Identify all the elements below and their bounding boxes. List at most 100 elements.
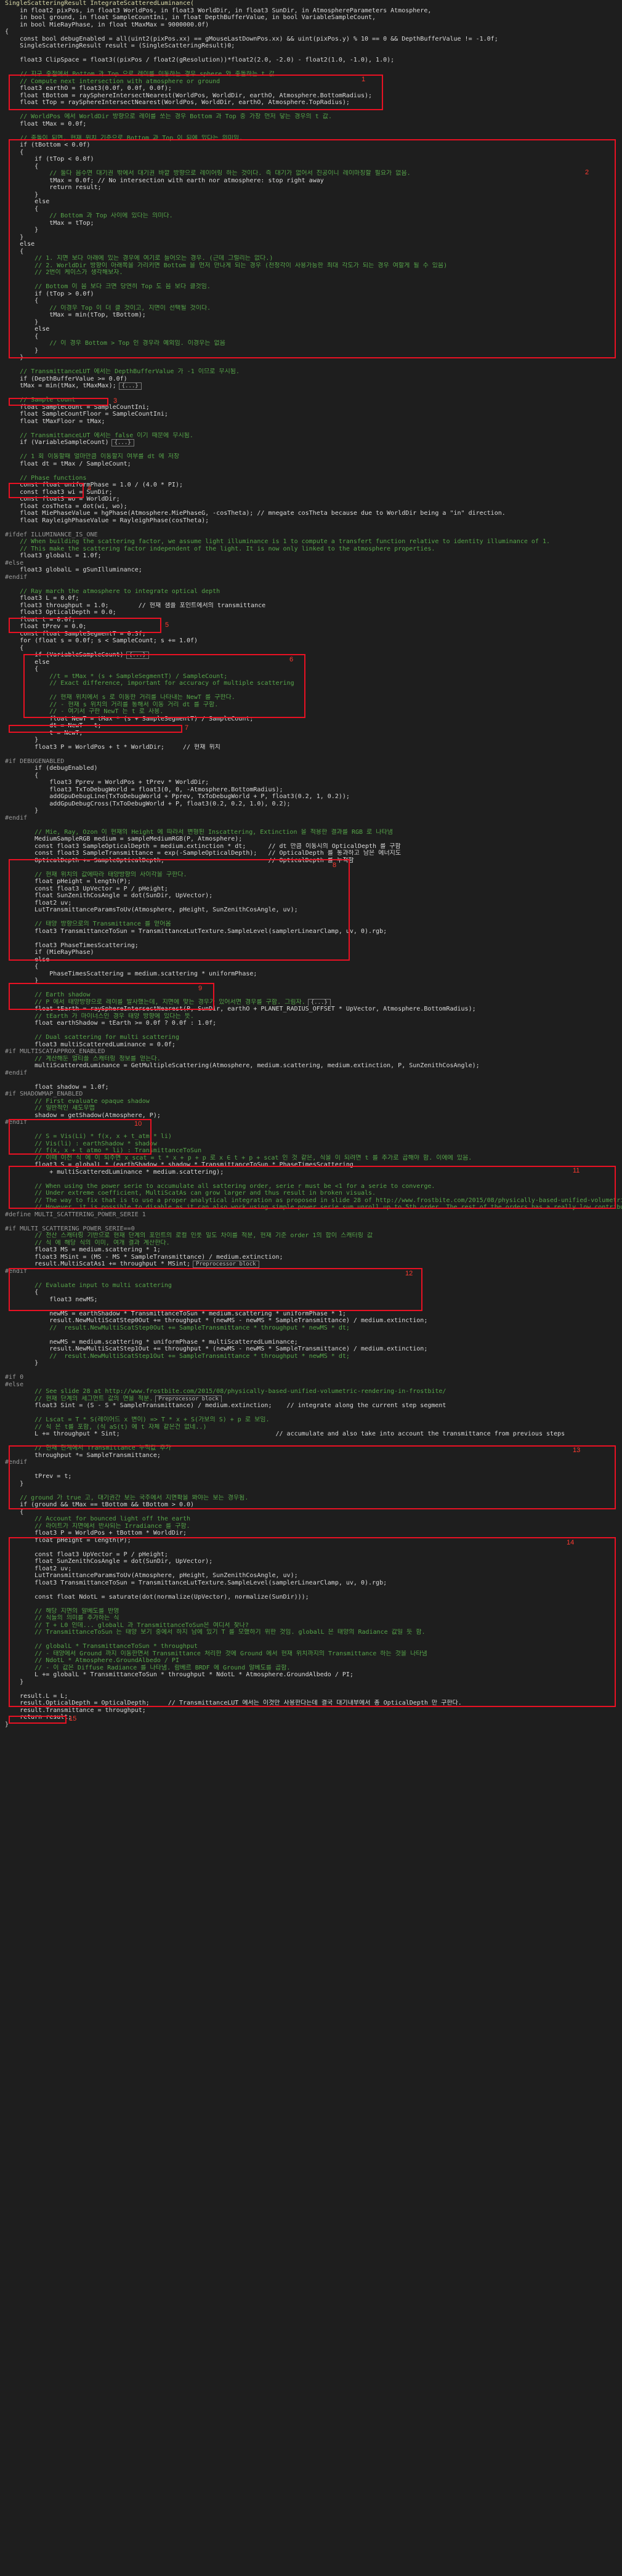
code-line[interactable]: // See slide 28 at http://www.frostbite.… (0, 1388, 622, 1395)
code-line[interactable]: shadow = getShadow(Atmosphere, P); (0, 1112, 622, 1120)
code-line[interactable]: // When using the power serie to accumul… (0, 1183, 622, 1190)
code-line[interactable]: { (0, 1509, 622, 1516)
code-line[interactable]: // 해당 지면의 알베도를 반영 (0, 1608, 622, 1615)
code-line[interactable]: float3 Sint = (S - S * SampleTransmittan… (0, 1402, 622, 1410)
code-line[interactable]: } (0, 192, 622, 199)
code-line[interactable] (0, 985, 622, 992)
code-line[interactable]: } (0, 807, 622, 815)
code-line[interactable]: // The way to fix that is to use a prope… (0, 1197, 622, 1205)
code-line[interactable]: // 이경우 Top 이 더 클 것이고, 지면이 선택될 것이다. (0, 305, 622, 312)
code-line[interactable]: // - 태양에서 Ground 까지 이동한면서 Transmittance … (0, 1650, 622, 1658)
code-line[interactable]: // Phase functions (0, 475, 622, 482)
code-line[interactable]: // 계산해둔 멀티플 스캐터링 정보를 얻는다. (0, 1056, 622, 1063)
code-line[interactable] (0, 1636, 622, 1644)
code-line[interactable] (0, 935, 622, 942)
collapsed-region-badge[interactable]: Preprocessor block (155, 1395, 222, 1402)
code-line[interactable]: float3 L = 0.0f; (0, 595, 622, 602)
code-line[interactable]: { (0, 248, 622, 256)
code-line[interactable]: addGpuDebugCross(TxToDebugWorld + P, flo… (0, 801, 622, 808)
code-line[interactable]: { (0, 333, 622, 341)
code-line[interactable]: SingleScatteringResult result = (SingleS… (0, 42, 622, 50)
code-line[interactable]: #if SHADOWMAP_ENABLED (0, 1091, 622, 1098)
code-line[interactable] (0, 914, 622, 921)
code-line[interactable]: result.OpticalDepth = OpticalDepth; // T… (0, 1700, 622, 1707)
code-line[interactable]: // Lscat = T * S(레이어드 x 변이) => T * x + S… (0, 1416, 622, 1424)
code-line[interactable] (0, 1367, 622, 1375)
code-line[interactable]: // Bottom 이 음 보다 크면 당연히 Top 도 음 보다 클것임. (0, 283, 622, 291)
code-line[interactable]: return result; (0, 184, 622, 192)
code-line[interactable]: for (float s = 0.0f; s < SampleCount; s … (0, 637, 622, 645)
code-line[interactable]: { (0, 963, 622, 971)
code-line[interactable]: // WorldPos 에서 WorldDir 방향으로 레이를 쏘는 경우 B… (0, 113, 622, 121)
code-line[interactable]: } (0, 1360, 622, 1367)
code-line[interactable]: } (0, 977, 622, 985)
code-line[interactable]: float3 multiScatteredLuminance = 0.0f; (0, 1041, 622, 1049)
code-line[interactable]: // Exact difference, important for accur… (0, 680, 622, 687)
code-line[interactable] (0, 1586, 622, 1594)
code-line[interactable] (0, 1027, 622, 1035)
code-line[interactable]: else (0, 659, 622, 666)
code-line[interactable]: if (DepthBufferValue >= 0.0f) (0, 376, 622, 383)
code-line[interactable]: float NewT = tMax * (s + SampleSegmentT)… (0, 716, 622, 723)
code-line[interactable]: // TransmittanceToSun 는 태양 보기 중에서 하지 남에 … (0, 1629, 622, 1636)
code-line[interactable]: SingleScatteringResult IntegrateScattere… (0, 0, 622, 7)
code-line[interactable]: float tBottom = raySphereIntersectNeares… (0, 92, 622, 100)
code-line[interactable] (0, 425, 622, 432)
code-line[interactable]: } (0, 354, 622, 361)
code-line[interactable]: tMax = min(tTop, tBottom); (0, 312, 622, 319)
code-line[interactable]: float pHeight = length(P); (0, 878, 622, 886)
code-line[interactable]: float tPrev = 0.0; (0, 623, 622, 631)
code-line[interactable]: // P 에서 태양방향으로 레이를 발사했는데, 지면에 맞는 경우가 있어서… (0, 998, 622, 1006)
code-line[interactable]: tPrev = t; (0, 1473, 622, 1480)
code-line[interactable]: } (0, 319, 622, 326)
code-line[interactable]: tMax = min(tMax, tMaxMax); {...} (0, 382, 622, 390)
code-line[interactable]: result.Transmittance = throughput; (0, 1707, 622, 1714)
code-line[interactable]: result.NewMultiScatStep0Out += throughpu… (0, 1317, 622, 1325)
code-line[interactable]: { (0, 772, 622, 780)
code-line[interactable]: // 2번이 케이스가 생각해보자. (0, 269, 622, 277)
code-line[interactable]: tMax = 0.0f; // No intersection with ear… (0, 177, 622, 185)
code-line[interactable] (0, 361, 622, 369)
code-line[interactable]: LutTransmittanceParamsToUv(Atmosphere, p… (0, 1572, 622, 1580)
code-line[interactable]: float3 P = WorldPos + t * WorldDir; // 현… (0, 744, 622, 751)
code-line[interactable]: float pHeight = length(P); (0, 1537, 622, 1544)
code-line[interactable]: // 둘다 음수면 대기권 밖에서 대기권 바깥 방향으로 레이어링 하는 것이… (0, 170, 622, 177)
code-line[interactable] (0, 50, 622, 57)
collapsed-region-badge[interactable]: {...} (307, 998, 331, 1006)
code-line[interactable]: t = NewT; (0, 730, 622, 737)
code-line[interactable]: float3 P = WorldPos + tBottom * WorldDir… (0, 1530, 622, 1537)
code-line[interactable]: } (0, 234, 622, 241)
code-line[interactable]: { (0, 206, 622, 213)
code-line[interactable]: // 현재 위치의 값에따라 태양방향의 사이각을 구한다. (0, 871, 622, 879)
code-line[interactable] (0, 1218, 622, 1225)
code-line[interactable]: float SampleCount = SampleCountIni; (0, 404, 622, 411)
code-line[interactable] (0, 64, 622, 71)
code-line[interactable]: // 현재 위치에서 s 로 이동한 거리를 나타내는 NewT 를 구한다. (0, 694, 622, 701)
code-line[interactable]: float t = 0.0f; (0, 616, 622, 624)
code-line[interactable] (0, 1601, 622, 1608)
code-line[interactable]: float SunZenithCosAngle = dot(SunDir, Up… (0, 1558, 622, 1565)
code-line[interactable]: // - 현재 s 위치의 거리를 통해서 이동 거리 dt 를 구함. (0, 701, 622, 709)
code-line[interactable]: float tMaxFloor = tMax; (0, 418, 622, 426)
code-line[interactable] (0, 687, 622, 695)
code-line[interactable]: } (0, 347, 622, 355)
code-line[interactable]: // 식 에 해당 식의 이미, 여개 결과 계산한다. (0, 1240, 622, 1247)
code-line[interactable]: float SunZenithCosAngle = dot(SunDir, Up… (0, 892, 622, 900)
code-line[interactable]: // 현재 단계의 세그먼트 값의 면을 적분. Preprocessor blo… (0, 1395, 622, 1402)
code-line[interactable]: // 식 은 t를 포함, (식 aS(t) 에 t 자체 같은건 없네..) (0, 1424, 622, 1431)
code-line[interactable]: { (0, 645, 622, 652)
code-line[interactable]: float cosTheta = dot(wi, wo); (0, 503, 622, 511)
code-line[interactable]: else (0, 956, 622, 964)
code-line[interactable]: #endif (0, 815, 622, 822)
code-line[interactable]: PhaseTimesScattering = medium.scattering… (0, 971, 622, 978)
code-line[interactable]: result.L = L; (0, 1693, 622, 1700)
code-line[interactable]: LutTransmittanceParamsToUv(Atmosphere, p… (0, 906, 622, 914)
code-line[interactable]: float3 globalL = 1.0f; (0, 552, 622, 560)
code-line[interactable]: float2 uv; (0, 1565, 622, 1573)
code-line[interactable]: float tTop = raySphereIntersectNearest(W… (0, 99, 622, 107)
code-line[interactable]: else (0, 198, 622, 206)
collapsed-region-badge[interactable]: Preprocessor block (193, 1261, 259, 1268)
code-line[interactable]: if (VariableSampleCount) {...} (0, 439, 622, 446)
code-line[interactable]: #endif (0, 1070, 622, 1077)
code-line[interactable]: // 현재 단계에서 Transmittance 누적값 추가 (0, 1445, 622, 1452)
